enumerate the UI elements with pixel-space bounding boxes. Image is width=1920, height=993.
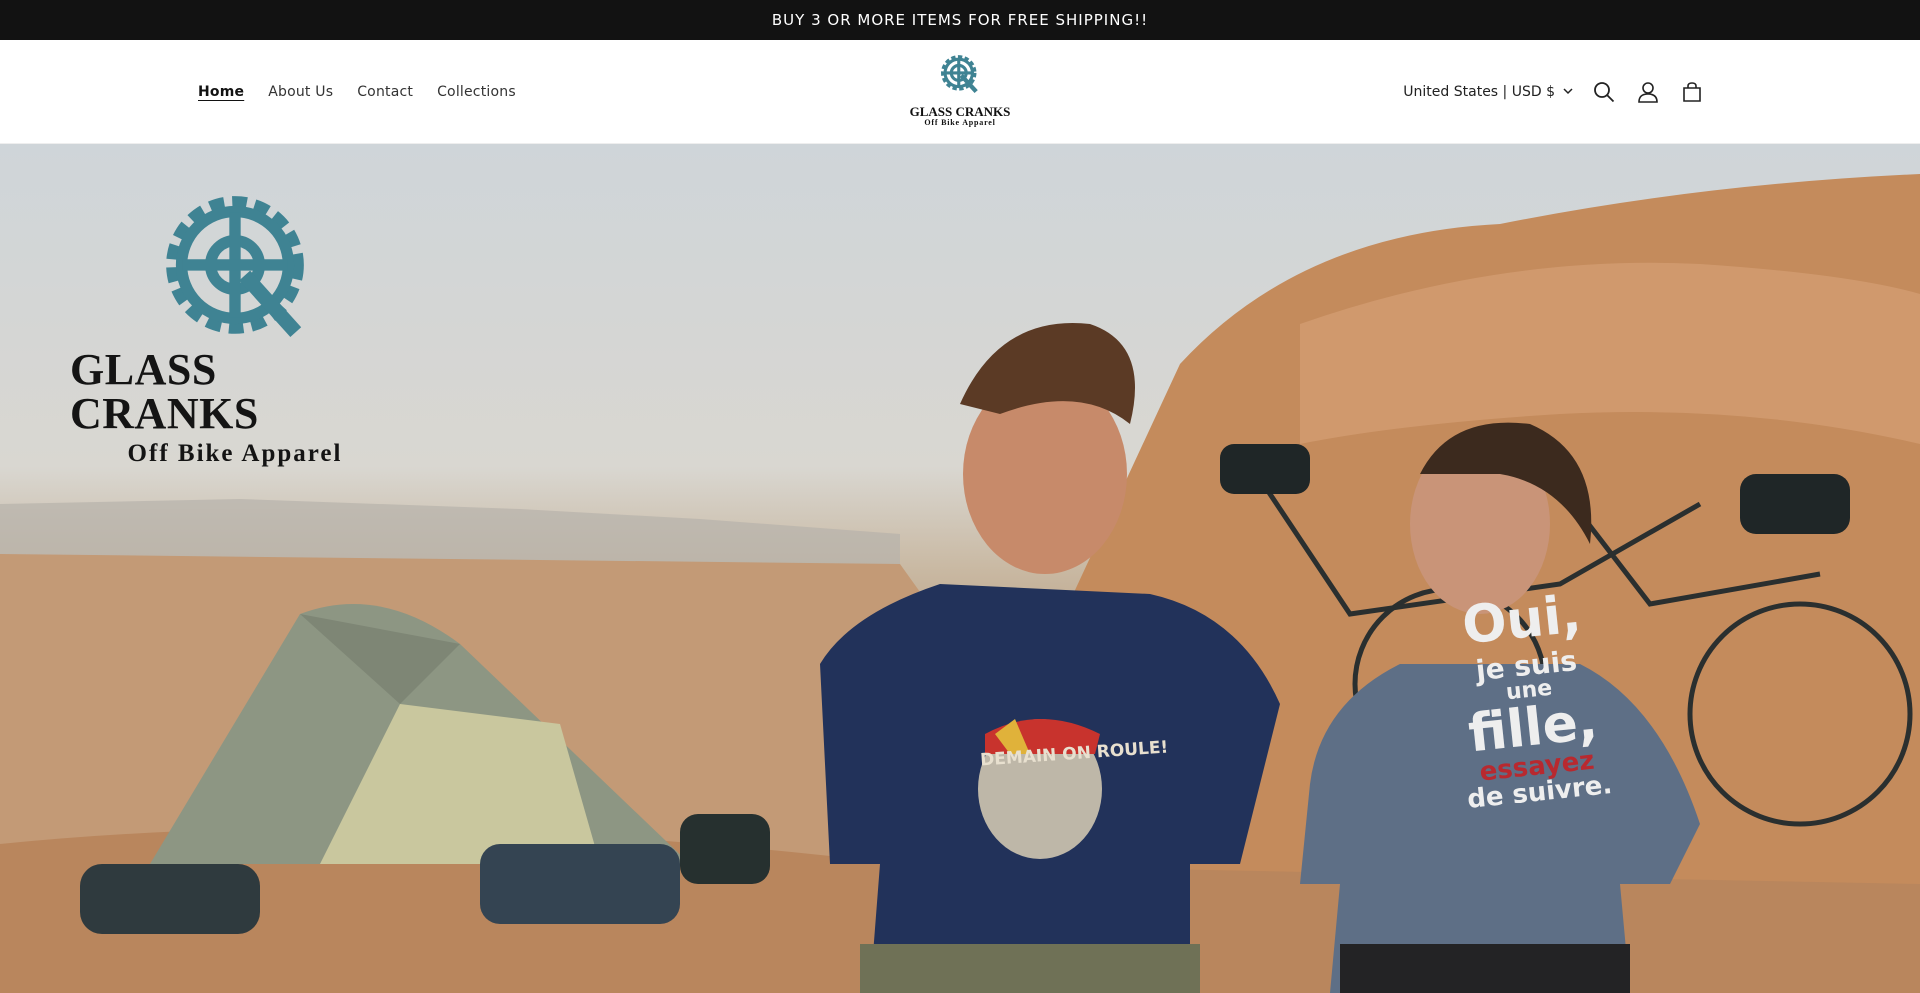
- announcement-text: BUY 3 OR MORE ITEMS FOR FREE SHIPPING!!: [771, 11, 1149, 29]
- hero-tagline: Off Bike Apparel: [127, 440, 343, 467]
- header-logo[interactable]: GLASS CRANKS Off Bike Apparel: [905, 48, 1015, 136]
- hero-brand: GLASS CRANKS: [70, 345, 259, 438]
- shirt-print-text-2: Oui, je suis une fille, essayez de suivr…: [1419, 584, 1640, 816]
- nav-about-us[interactable]: About Us: [268, 84, 333, 100]
- nav-contact[interactable]: Contact: [357, 84, 413, 100]
- hero-logo: GLASS CRANKS Off Bike Apparel: [70, 188, 400, 468]
- hero-banner[interactable]: GLASS CRANKS Off Bike Apparel DEMAIN ON …: [0, 144, 1920, 993]
- header-logo-tagline: Off Bike Apparel: [924, 118, 996, 127]
- account-button[interactable]: [1635, 79, 1661, 105]
- cart-icon: [1683, 81, 1701, 102]
- announcement-bar: BUY 3 OR MORE ITEMS FOR FREE SHIPPING!!: [0, 0, 1920, 40]
- country-currency-label: United States | USD $: [1403, 83, 1555, 100]
- site-header: Home About Us Contact Collections GLASS …: [0, 40, 1920, 144]
- account-icon: [1638, 81, 1658, 103]
- nav-collections[interactable]: Collections: [437, 84, 516, 100]
- crank-gear-logo-icon: [941, 55, 978, 94]
- header-logo-brand: GLASS CRANKS: [909, 104, 1011, 119]
- main-nav: Home About Us Contact Collections: [198, 40, 516, 143]
- search-button[interactable]: [1591, 79, 1617, 105]
- header-actions: United States | USD $: [1403, 40, 1705, 143]
- crank-gear-logo-icon: [166, 196, 304, 338]
- cart-button[interactable]: [1679, 79, 1705, 105]
- search-icon: [1594, 81, 1615, 102]
- country-currency-selector[interactable]: United States | USD $: [1403, 84, 1573, 100]
- nav-home[interactable]: Home: [198, 84, 244, 100]
- chevron-down-icon: [1563, 88, 1573, 95]
